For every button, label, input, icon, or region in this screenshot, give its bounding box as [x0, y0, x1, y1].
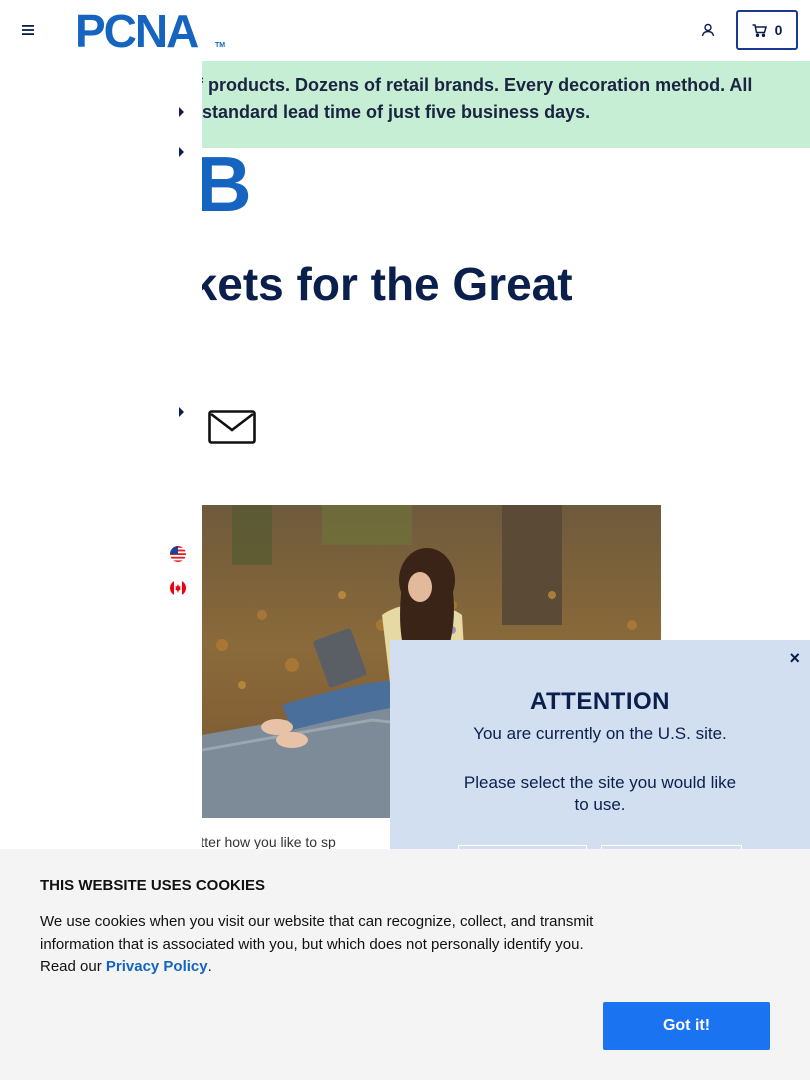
modal-select-site-text: Please select the site you would like to… [463, 773, 737, 814]
site-header: PCNA TM 0 [0, 0, 810, 60]
article-title-line-1: Blankets for the Great [202, 258, 573, 310]
user-icon [701, 23, 715, 37]
hamburger-menu-button[interactable] [18, 20, 38, 40]
privacy-policy-link[interactable]: Privacy Policy [106, 958, 208, 975]
cookie-text-end: . [207, 958, 212, 975]
article-title-line-2: ors [202, 308, 810, 356]
cookie-accept-button[interactable]: Got it! [603, 1002, 770, 1050]
menu-icon [22, 25, 34, 35]
pcna-logo[interactable]: PCNA TM [75, 8, 225, 54]
cart-count: 0 [774, 22, 783, 38]
modal-title: ATTENTION [529, 688, 671, 715]
canada-flag-icon[interactable] [170, 580, 186, 596]
article-body-snippet: nd no matter how you like to sp [202, 834, 336, 850]
banner-text: ds of products. Dozens of retail brands.… [202, 72, 810, 126]
banner-line-2: ith a standard lead time of just five bu… [202, 102, 591, 122]
cookie-text: We use cookies when you visit our websit… [40, 911, 620, 979]
promo-banner: ds of products. Dozens of retail brands.… [202, 61, 810, 148]
account-button[interactable] [698, 20, 718, 40]
logo-text: PCNA [75, 5, 199, 57]
article-title: Blankets for the Great ors [202, 260, 810, 356]
sidebar-arrow-1[interactable] [179, 107, 184, 117]
logo-trademark: TM [215, 42, 226, 49]
cookie-banner: THIS WEBSITE USES COOKIES We use cookies… [0, 849, 810, 1080]
sidebar-arrow-3[interactable] [179, 407, 184, 417]
us-flag-icon[interactable] [170, 546, 186, 562]
cart-button[interactable]: 0 [736, 10, 798, 50]
cart-icon [752, 23, 767, 37]
cookie-title: THIS WEBSITE USES COOKIES [40, 877, 266, 894]
modal-current-site-text: You are currently on the U.S. site. [473, 724, 727, 743]
sidebar-arrow-2[interactable] [179, 147, 184, 157]
modal-close-button[interactable]: × [789, 648, 800, 669]
hub-logo: UB [202, 148, 252, 228]
email-share-icon[interactable] [208, 410, 256, 444]
banner-line-1: ds of products. Dozens of retail brands.… [202, 75, 753, 95]
